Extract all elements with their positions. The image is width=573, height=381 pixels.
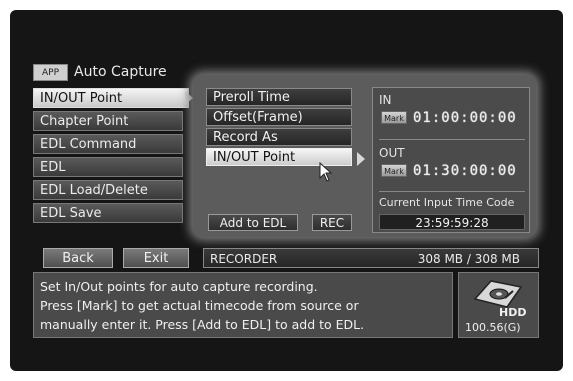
help-line: Set In/Out points for auto capture recor… — [40, 279, 318, 294]
storage-info: RECORDER 308 MB / 308 MB — [203, 248, 539, 268]
out-timecode-field[interactable]: 01:30:00:00 — [413, 163, 517, 179]
in-mark-button[interactable]: Mark — [381, 111, 407, 124]
menu-item-edl-load-delete[interactable]: EDL Load/Delete — [33, 180, 183, 200]
help-line: Press [Mark] to get actual timecode from… — [40, 298, 359, 313]
help-line: manually enter it. Press [Add to EDL] to… — [40, 317, 365, 332]
timecode-box: IN Mark 01:00:00:00 OUT Mark 01:30:00:00… — [372, 87, 530, 233]
hdd-label: HDD — [499, 306, 527, 319]
in-timecode-field[interactable]: 01:00:00:00 — [413, 110, 517, 126]
menu-item-edl[interactable]: EDL — [33, 157, 183, 177]
hdd-icon — [473, 280, 523, 308]
in-label: IN — [379, 93, 392, 107]
rec-button[interactable]: REC — [312, 214, 352, 231]
hdd-status: HDD 100.56(G) — [458, 272, 539, 338]
app-badge: APP — [33, 63, 69, 81]
back-button[interactable]: Back — [43, 248, 113, 268]
out-mark-button[interactable]: Mark — [381, 164, 407, 177]
submenu-item-record-as[interactable]: Record As — [206, 128, 352, 146]
add-to-edl-button[interactable]: Add to EDL — [208, 214, 298, 231]
out-label: OUT — [379, 146, 405, 160]
menu-item-chapter-point[interactable]: Chapter Point — [33, 111, 183, 131]
left-menu: IN/OUT Point Chapter Point EDL Command E… — [33, 88, 189, 226]
menu-item-edl-save[interactable]: EDL Save — [33, 203, 183, 223]
exit-button[interactable]: Exit — [123, 248, 189, 268]
divider — [379, 139, 525, 140]
submenu-arrow-icon — [185, 91, 193, 105]
sub-menu: Preroll Time Offset(Frame) Record As IN/… — [206, 88, 352, 168]
current-timecode-label: Current Input Time Code — [379, 196, 515, 209]
header: APP Auto Capture — [33, 62, 167, 82]
page-title: Auto Capture — [74, 64, 167, 80]
selection-arrow-icon — [357, 152, 365, 166]
submenu-item-preroll-time[interactable]: Preroll Time — [206, 88, 352, 106]
device-label: RECORDER — [210, 252, 278, 266]
menu-item-edl-command[interactable]: EDL Command — [33, 134, 183, 154]
divider — [379, 191, 525, 192]
mouse-pointer-icon — [319, 162, 333, 182]
menu-item-in-out-point[interactable]: IN/OUT Point — [33, 88, 189, 108]
current-timecode-value: 23:59:59:28 — [379, 214, 525, 230]
help-text-box: Set In/Out points for auto capture recor… — [33, 272, 453, 338]
storage-usage: 308 MB / 308 MB — [417, 252, 520, 266]
hdd-capacity: 100.56(G) — [465, 321, 521, 334]
submenu-item-offset-frame[interactable]: Offset(Frame) — [206, 108, 352, 126]
status-bar: Back Exit RECORDER 308 MB / 308 MB — [33, 248, 539, 268]
